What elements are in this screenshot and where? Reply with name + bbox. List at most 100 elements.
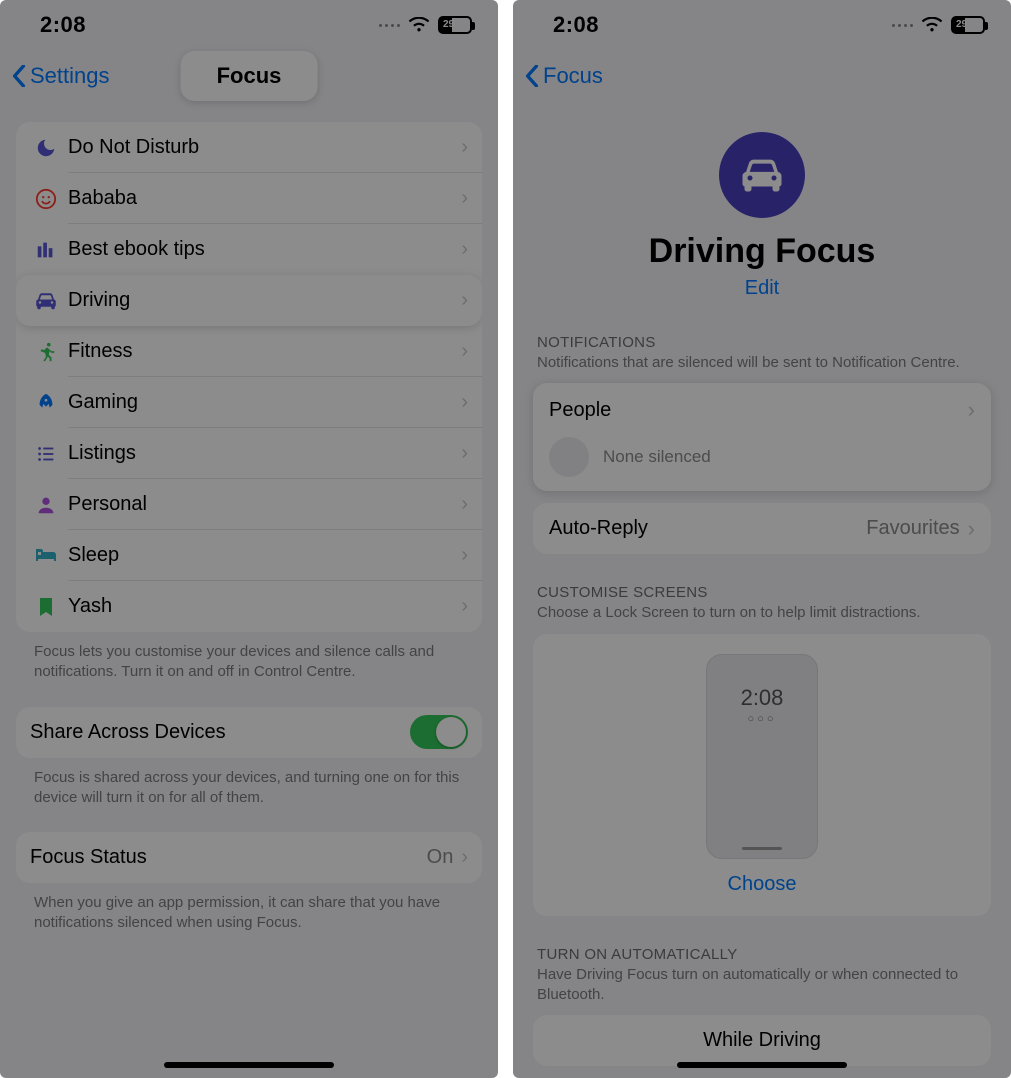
focus-mode-label: Fitness <box>68 340 461 363</box>
modes-footnote: Focus lets you customise your devices an… <box>16 632 482 683</box>
focus-mode-sleep[interactable]: Sleep› <box>16 530 482 581</box>
lock-preview-time: 2:08 <box>741 685 784 711</box>
people-label: People <box>549 399 611 422</box>
status-time: 2:08 <box>40 12 86 38</box>
lock-preview-widgets: ○○○ <box>748 713 777 725</box>
people-status: None silenced <box>603 447 711 467</box>
chevron-left-icon <box>525 65 539 87</box>
driving-focus-icon <box>719 132 805 218</box>
focus-mode-label: Yash <box>68 595 461 618</box>
phone-focus-list: 2:08 29 Settings Focus Do Not Disturb›Ba… <box>0 0 498 1078</box>
rocket-icon <box>30 392 62 414</box>
back-label: Settings <box>30 63 110 89</box>
screens-header: CUSTOMISE SCREENS <box>533 554 991 603</box>
people-card[interactable]: People › None silenced <box>533 383 991 491</box>
chevron-right-icon: › <box>461 289 468 312</box>
lock-screen-preview[interactable]: 2:08 ○○○ <box>706 654 818 859</box>
cellular-dots-icon <box>379 24 400 27</box>
chevron-right-icon: › <box>461 442 468 465</box>
chevron-right-icon: › <box>968 516 975 542</box>
battery-icon: 29 <box>438 16 472 34</box>
auto-reply-row[interactable]: Auto-Reply Favourites › <box>533 503 991 554</box>
chevron-right-icon: › <box>461 187 468 210</box>
phone-driving-focus: 2:08 29 Focus Driving Focus Edit NOTIFIC… <box>513 0 1011 1078</box>
bed-icon <box>30 547 62 565</box>
wifi-icon <box>921 17 943 33</box>
home-indicator[interactable] <box>677 1062 847 1068</box>
focus-mode-bababa[interactable]: Bababa› <box>16 173 482 224</box>
focus-mode-label: Sleep <box>68 544 461 567</box>
notifications-sub: Notifications that are silenced will be … <box>533 353 991 383</box>
focus-mode-personal[interactable]: Personal› <box>16 479 482 530</box>
focus-mode-driving[interactable]: Driving› <box>16 275 482 326</box>
battery-icon: 29 <box>951 16 985 34</box>
focus-mode-yash[interactable]: Yash› <box>16 581 482 632</box>
car-icon <box>739 155 785 195</box>
auto-reply-label: Auto-Reply <box>549 517 866 540</box>
back-label: Focus <box>543 63 603 89</box>
chevron-right-icon: › <box>461 595 468 618</box>
home-indicator[interactable] <box>164 1062 334 1068</box>
cellular-dots-icon <box>892 24 913 27</box>
nav-bar: Settings Focus <box>0 50 498 102</box>
nav-bar: Focus <box>513 50 1011 102</box>
books-icon <box>30 239 62 261</box>
focus-mode-label: Bababa <box>68 187 461 210</box>
focus-mode-best-ebook-tips[interactable]: Best ebook tips› <box>16 224 482 275</box>
page-title: Focus <box>181 51 318 101</box>
lock-screen-preview-card: 2:08 ○○○ Choose <box>533 634 991 916</box>
share-toggle[interactable] <box>410 715 468 749</box>
bookmark-icon <box>30 596 62 618</box>
auto-sub: Have Driving Focus turn on automatically… <box>533 965 991 1016</box>
focus-mode-label: Personal <box>68 493 461 516</box>
focus-mode-listings[interactable]: Listings› <box>16 428 482 479</box>
while-driving-row[interactable]: While Driving <box>533 1015 991 1066</box>
choose-button[interactable]: Choose <box>728 873 797 896</box>
edit-button[interactable]: Edit <box>513 277 1011 300</box>
chevron-right-icon: › <box>461 544 468 567</box>
back-button[interactable]: Settings <box>0 63 110 89</box>
chevron-right-icon: › <box>461 340 468 363</box>
chevron-right-icon: › <box>461 846 468 869</box>
smile-icon <box>30 188 62 210</box>
people-avatar-placeholder <box>549 437 589 477</box>
status-time: 2:08 <box>553 12 599 38</box>
chevron-right-icon: › <box>461 238 468 261</box>
auto-reply-value: Favourites <box>866 517 959 540</box>
while-driving-label: While Driving <box>703 1029 821 1052</box>
focus-mode-label: Driving <box>68 289 461 312</box>
focus-status-group: Focus Status On › <box>16 832 482 883</box>
share-group: Share Across Devices <box>16 707 482 758</box>
person-icon <box>30 494 62 516</box>
chevron-right-icon: › <box>968 397 975 423</box>
screens-sub: Choose a Lock Screen to turn on to help … <box>533 603 991 633</box>
chevron-right-icon: › <box>461 136 468 159</box>
driving-focus-title: Driving Focus <box>513 232 1011 271</box>
focus-mode-label: Gaming <box>68 391 461 414</box>
focus-status-label: Focus Status <box>30 846 427 869</box>
chevron-right-icon: › <box>461 493 468 516</box>
chevron-left-icon <box>12 65 26 87</box>
status-bar: 2:08 29 <box>0 0 498 50</box>
share-across-devices-row[interactable]: Share Across Devices <box>16 707 482 758</box>
focus-mode-gaming[interactable]: Gaming› <box>16 377 482 428</box>
focus-status-row[interactable]: Focus Status On › <box>16 832 482 883</box>
focus-mode-label: Listings <box>68 442 461 465</box>
focus-mode-do-not-disturb[interactable]: Do Not Disturb› <box>16 122 482 173</box>
focus-mode-fitness[interactable]: Fitness› <box>16 326 482 377</box>
wifi-icon <box>408 17 430 33</box>
auto-header: TURN ON AUTOMATICALLY <box>533 916 991 965</box>
car-icon <box>30 291 62 311</box>
moon-icon <box>30 137 62 159</box>
list-icon <box>30 443 62 465</box>
focus-modes-list: Do Not Disturb›Bababa›Best ebook tips›Dr… <box>16 122 482 632</box>
status-bar: 2:08 29 <box>513 0 1011 50</box>
back-button[interactable]: Focus <box>513 63 603 89</box>
focus-mode-label: Do Not Disturb <box>68 136 461 159</box>
focus-status-footnote: When you give an app permission, it can … <box>16 883 482 934</box>
share-label: Share Across Devices <box>30 721 410 744</box>
chevron-right-icon: › <box>461 391 468 414</box>
runner-icon <box>30 341 62 363</box>
notifications-header: NOTIFICATIONS <box>533 300 991 353</box>
focus-mode-label: Best ebook tips <box>68 238 461 261</box>
